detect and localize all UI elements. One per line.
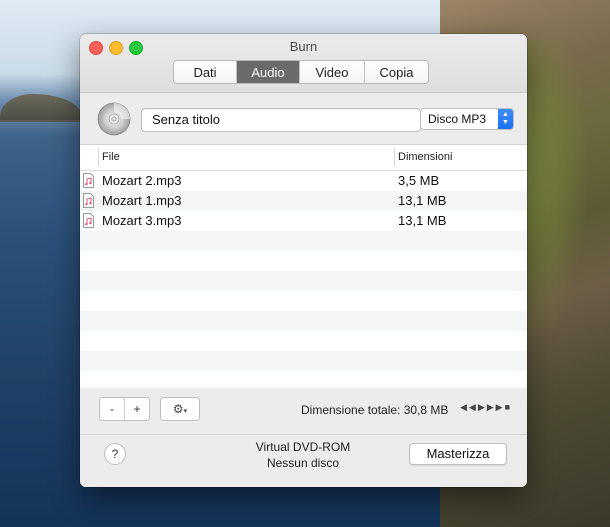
remove-file-button[interactable]: - [100, 398, 125, 420]
tab-copia[interactable]: Copia [365, 61, 428, 83]
table-toolbar: - + ⚙▾ Dimensione totale: 30,8 MB ◀◀▶▶▶■ [80, 388, 527, 434]
action-menu-button[interactable]: ⚙▾ [160, 397, 200, 421]
play-icon[interactable]: ▶ [478, 402, 487, 412]
device-info: Virtual DVD-ROM Nessun disco [240, 439, 366, 471]
tab-dati[interactable]: Dati [174, 61, 237, 83]
file-name: Mozart 2.mp3 [102, 173, 182, 188]
column-header-file[interactable]: File [102, 151, 120, 163]
add-file-button[interactable]: + [125, 398, 149, 420]
file-table[interactable]: File Dimensioni Mozart 2.mp3 3,5 MB Moza… [80, 144, 527, 389]
gear-icon: ⚙ [172, 402, 184, 416]
chevron-updown-icon: ▲ ▼ [498, 109, 513, 129]
tab-audio[interactable]: Audio [237, 61, 300, 83]
tab-bar: Dati Audio Video Copia [173, 60, 429, 84]
add-remove-buttons: - + [99, 397, 150, 421]
audio-file-icon [83, 213, 94, 228]
table-row[interactable]: Mozart 3.mp3 13,1 MB [80, 211, 527, 231]
device-name: Virtual DVD-ROM [255, 440, 351, 454]
table-row[interactable]: Mozart 2.mp3 3,5 MB [80, 171, 527, 191]
desktop-island [0, 94, 82, 122]
device-status: Nessun disco [266, 456, 340, 470]
table-body: Mozart 2.mp3 3,5 MB Mozart 1.mp3 13,1 MB… [80, 171, 527, 388]
audio-file-icon [83, 193, 94, 208]
total-size-label: Dimensione totale: 30,8 MB [301, 403, 449, 417]
rewind-icon[interactable]: ◀◀ [460, 402, 478, 412]
audio-file-icon [83, 173, 94, 188]
disc-format-select[interactable]: Disco MP3 ▲ ▼ [420, 108, 514, 130]
footer: ? Virtual DVD-ROM Nessun disco Masterizz… [80, 434, 527, 487]
burn-window: Burn Dati Audio Video Copia Senza titolo [80, 34, 527, 487]
stop-icon[interactable]: ■ [505, 402, 512, 412]
file-size: 3,5 MB [398, 173, 440, 188]
chevron-down-icon: ▾ [183, 408, 188, 415]
disc-format-value: Disco MP3 [428, 112, 487, 126]
file-size: 13,1 MB [398, 193, 447, 208]
disc-title-input[interactable]: Senza titolo [141, 108, 421, 132]
column-header-size[interactable]: Dimensioni [398, 151, 452, 163]
tab-video[interactable]: Video [300, 61, 365, 83]
titlebar: Burn Dati Audio Video Copia [80, 34, 527, 93]
fast-forward-icon[interactable]: ▶▶ [487, 402, 505, 412]
help-button[interactable]: ? [104, 443, 126, 465]
table-header: File Dimensioni [80, 145, 527, 171]
playback-controls: ◀◀▶▶▶■ [460, 402, 512, 413]
file-size: 13,1 MB [398, 213, 447, 228]
window-title: Burn [289, 39, 318, 54]
file-name: Mozart 3.mp3 [102, 213, 182, 228]
disc-icon [97, 102, 131, 136]
burn-button[interactable]: Masterizza [409, 443, 507, 465]
disc-settings-row: Senza titolo Disco MP3 ▲ ▼ [80, 93, 527, 145]
file-name: Mozart 1.mp3 [102, 193, 182, 208]
table-row[interactable]: Mozart 1.mp3 13,1 MB [80, 191, 527, 211]
